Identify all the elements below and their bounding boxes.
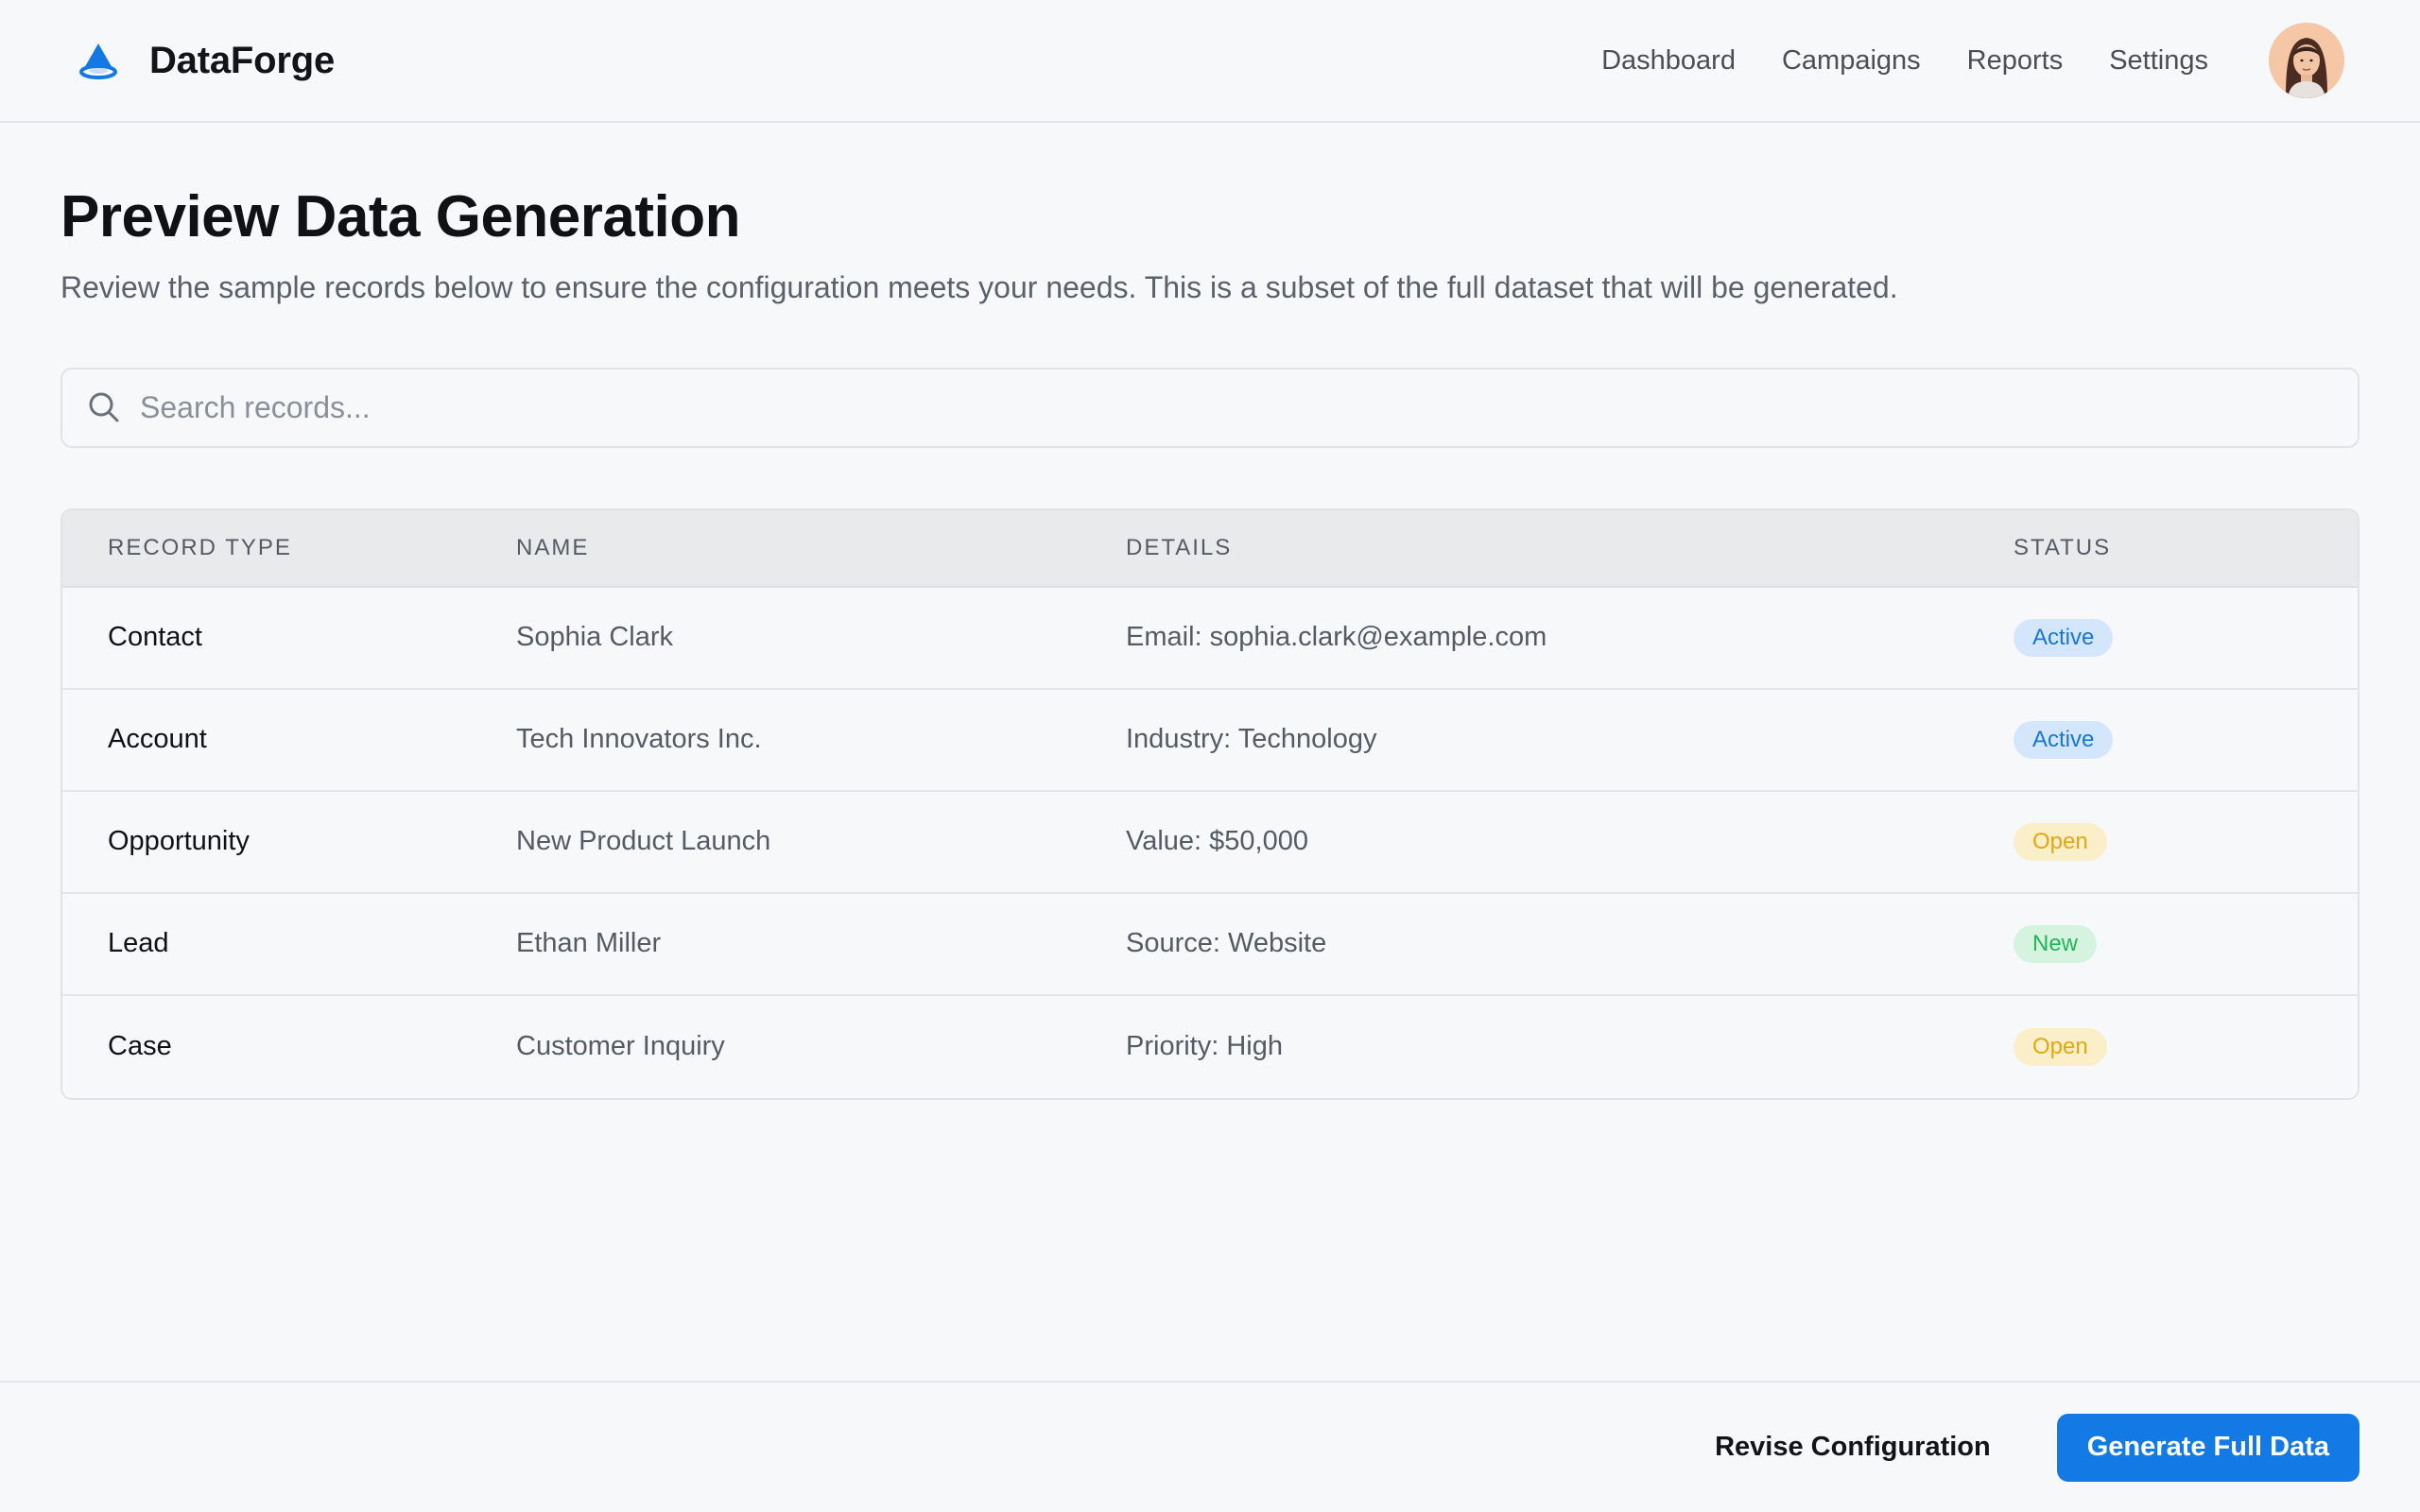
cell-record-type: Case: [108, 1031, 172, 1062]
search-bar[interactable]: [60, 367, 2360, 448]
droplet-logo-icon: [76, 38, 121, 83]
main-nav: Dashboard Campaigns Reports Settings: [1601, 45, 2208, 77]
main-content: Preview Data Generation Review the sampl…: [60, 123, 2360, 1100]
column-header-details[interactable]: Details: [1126, 535, 2014, 561]
nav-campaigns[interactable]: Campaigns: [1782, 45, 1921, 77]
status-badge: Active: [2014, 618, 2114, 657]
top-header: DataForge Dashboard Campaigns Reports Se…: [0, 0, 2420, 123]
table-row[interactable]: Account Tech Innovators Inc. Industry: T…: [62, 689, 2358, 792]
cell-name: Customer Inquiry: [516, 1031, 725, 1062]
cell-name: New Product Launch: [516, 826, 771, 857]
cell-name: Sophia Clark: [516, 622, 674, 653]
revise-configuration-button[interactable]: Revise Configuration: [1686, 1414, 2019, 1482]
user-avatar[interactable]: [2269, 23, 2344, 98]
cell-record-type: Account: [108, 724, 207, 755]
cell-name: Tech Innovators Inc.: [516, 724, 762, 755]
table-row[interactable]: Case Customer Inquiry Priority: High Ope…: [62, 995, 2358, 1098]
column-header-name[interactable]: Name: [516, 535, 1126, 561]
status-badge: Active: [2014, 720, 2114, 759]
cell-details: Priority: High: [1126, 1031, 1283, 1062]
table-row[interactable]: Opportunity New Product Launch Value: $5…: [62, 791, 2358, 894]
cell-record-type: Opportunity: [108, 826, 250, 857]
table-row[interactable]: Contact Sophia Clark Email: sophia.clark…: [62, 587, 2358, 690]
search-input[interactable]: [140, 389, 2335, 425]
cell-details: Source: Website: [1126, 928, 1327, 959]
avatar-portrait: [2269, 23, 2344, 98]
table-header: Record Type Name Details Status: [62, 509, 2358, 588]
status-badge: Open: [2014, 822, 2107, 861]
cell-details: Value: $50,000: [1126, 826, 1308, 857]
nav-dashboard[interactable]: Dashboard: [1601, 45, 1736, 77]
table-row[interactable]: Lead Ethan Miller Source: Website New: [62, 893, 2358, 996]
search-icon: [85, 388, 123, 426]
nav-settings[interactable]: Settings: [2109, 45, 2208, 77]
app-page: DataForge Dashboard Campaigns Reports Se…: [0, 0, 2420, 1512]
cell-record-type: Contact: [108, 622, 202, 653]
cell-details: Industry: Technology: [1126, 724, 1377, 755]
brand[interactable]: DataForge: [76, 38, 335, 83]
brand-name: DataForge: [149, 39, 336, 81]
status-badge: Open: [2014, 1027, 2107, 1066]
column-header-status[interactable]: Status: [2014, 535, 2358, 561]
cell-details: Email: sophia.clark@example.com: [1126, 622, 1547, 653]
column-header-record-type[interactable]: Record Type: [62, 535, 516, 561]
page-subtitle: Review the sample records below to ensur…: [60, 270, 1898, 305]
nav-reports[interactable]: Reports: [1967, 45, 2064, 77]
records-table: Record Type Name Details Status Contact …: [60, 507, 2360, 1100]
generate-full-data-button[interactable]: Generate Full Data: [2056, 1413, 2360, 1482]
page-title: Preview Data Generation: [60, 184, 741, 249]
action-footer: Revise Configuration Generate Full Data: [0, 1381, 2420, 1512]
cell-name: Ethan Miller: [516, 928, 662, 959]
status-badge: New: [2014, 924, 2098, 963]
cell-record-type: Lead: [108, 928, 169, 959]
